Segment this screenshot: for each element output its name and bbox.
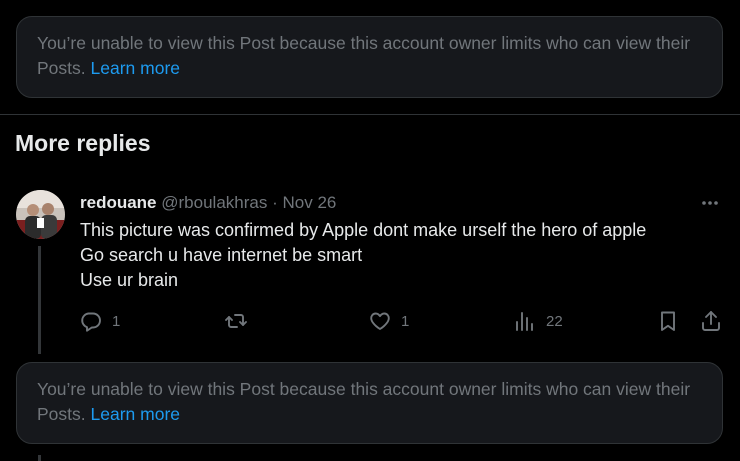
thread-line [38, 455, 41, 461]
views-count: 22 [546, 312, 563, 330]
avatar[interactable] [16, 190, 65, 239]
like-icon [370, 312, 390, 330]
like-count: 1 [401, 312, 410, 330]
restricted-post-notice: You’re unable to view this Post because … [16, 16, 723, 98]
reply-icon [81, 312, 101, 332]
bookmark-button[interactable] [656, 309, 680, 333]
reply-header: redouane @rboulakhras · Nov 26 [80, 192, 336, 214]
views-icon [516, 312, 533, 331]
more-options-button[interactable] [697, 192, 723, 214]
views-button[interactable]: 22 [513, 309, 563, 333]
retweet-icon [225, 314, 247, 328]
reply-text-line: This picture was confirmed by Apple dont… [80, 220, 647, 240]
reply-text-line: Go search u have internet be smart [80, 245, 363, 265]
repost-button[interactable] [224, 309, 248, 333]
author-name[interactable]: redouane [80, 193, 157, 212]
like-button[interactable]: 1 [368, 309, 409, 333]
reply-text: This picture was confirmed by Apple dont… [80, 218, 720, 293]
header-separator: · [272, 193, 278, 212]
restricted-post-notice: You’re unable to view this Post because … [16, 362, 723, 444]
thread-line [38, 246, 41, 354]
reply-text-line: Use ur brain [80, 270, 179, 290]
reply-count: 1 [112, 312, 121, 330]
section-heading: More replies [15, 130, 151, 156]
reply-button[interactable]: 1 [79, 309, 120, 333]
bookmark-icon [661, 311, 675, 331]
share-icon [702, 311, 720, 331]
learn-more-link[interactable]: Learn more [91, 58, 181, 78]
share-button[interactable] [699, 309, 723, 333]
post-date[interactable]: Nov 26 [283, 193, 337, 212]
author-handle[interactable]: @rboulakhras [161, 193, 267, 212]
more-icon [702, 201, 718, 205]
section-divider [0, 114, 740, 115]
learn-more-link[interactable]: Learn more [91, 404, 181, 424]
